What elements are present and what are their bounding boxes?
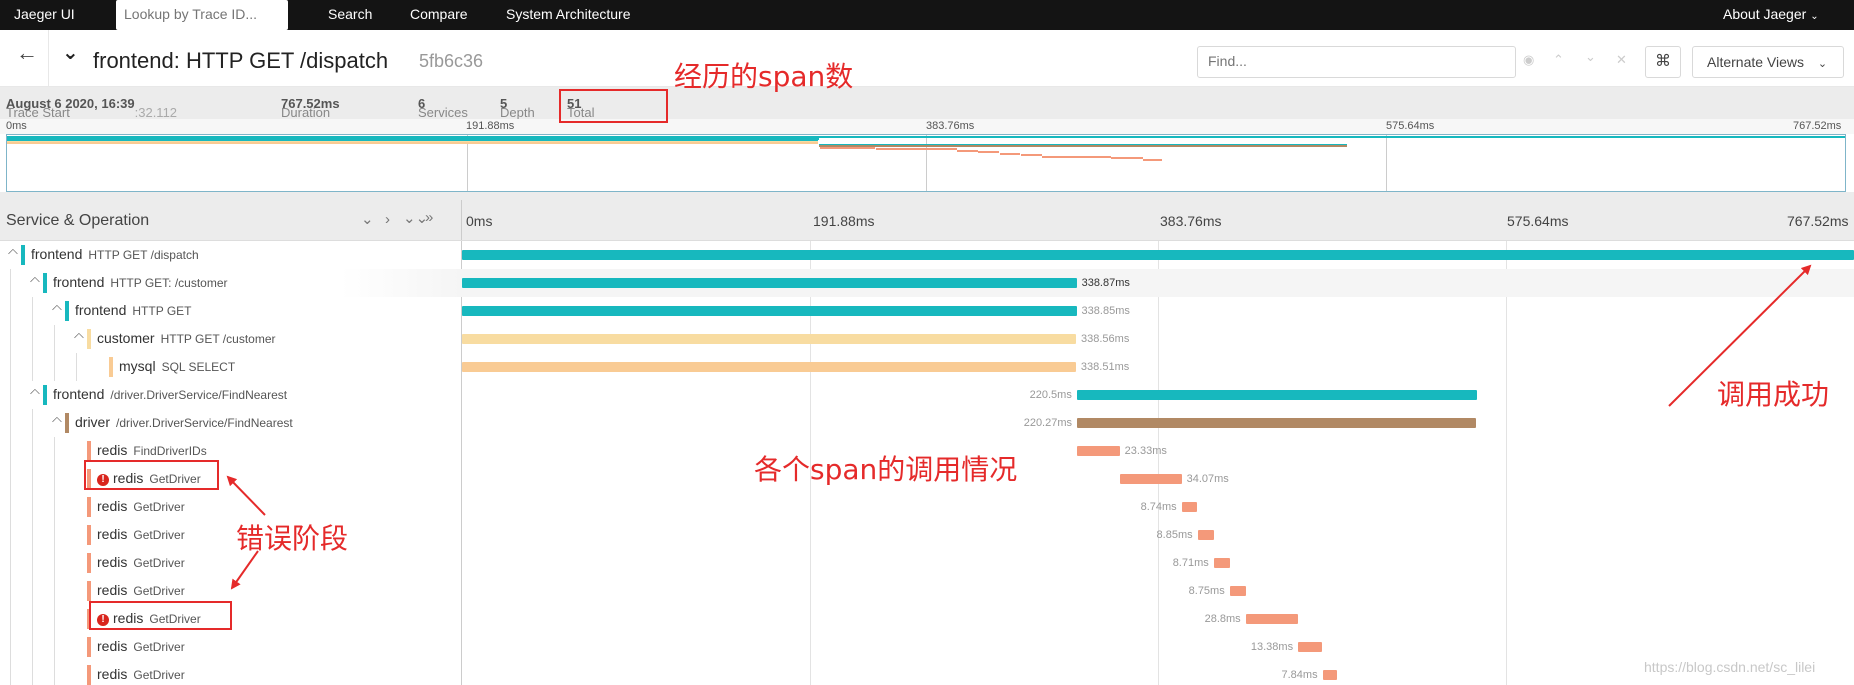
arrow-to-error-span-1: [226, 475, 266, 516]
watermark: https://blog.csdn.net/sc_lilei: [1644, 659, 1816, 675]
arrow-to-success-bar: [1668, 264, 1812, 407]
arrow-to-error-span-2: [230, 550, 259, 590]
annotation-arrows: [226, 264, 1812, 590]
